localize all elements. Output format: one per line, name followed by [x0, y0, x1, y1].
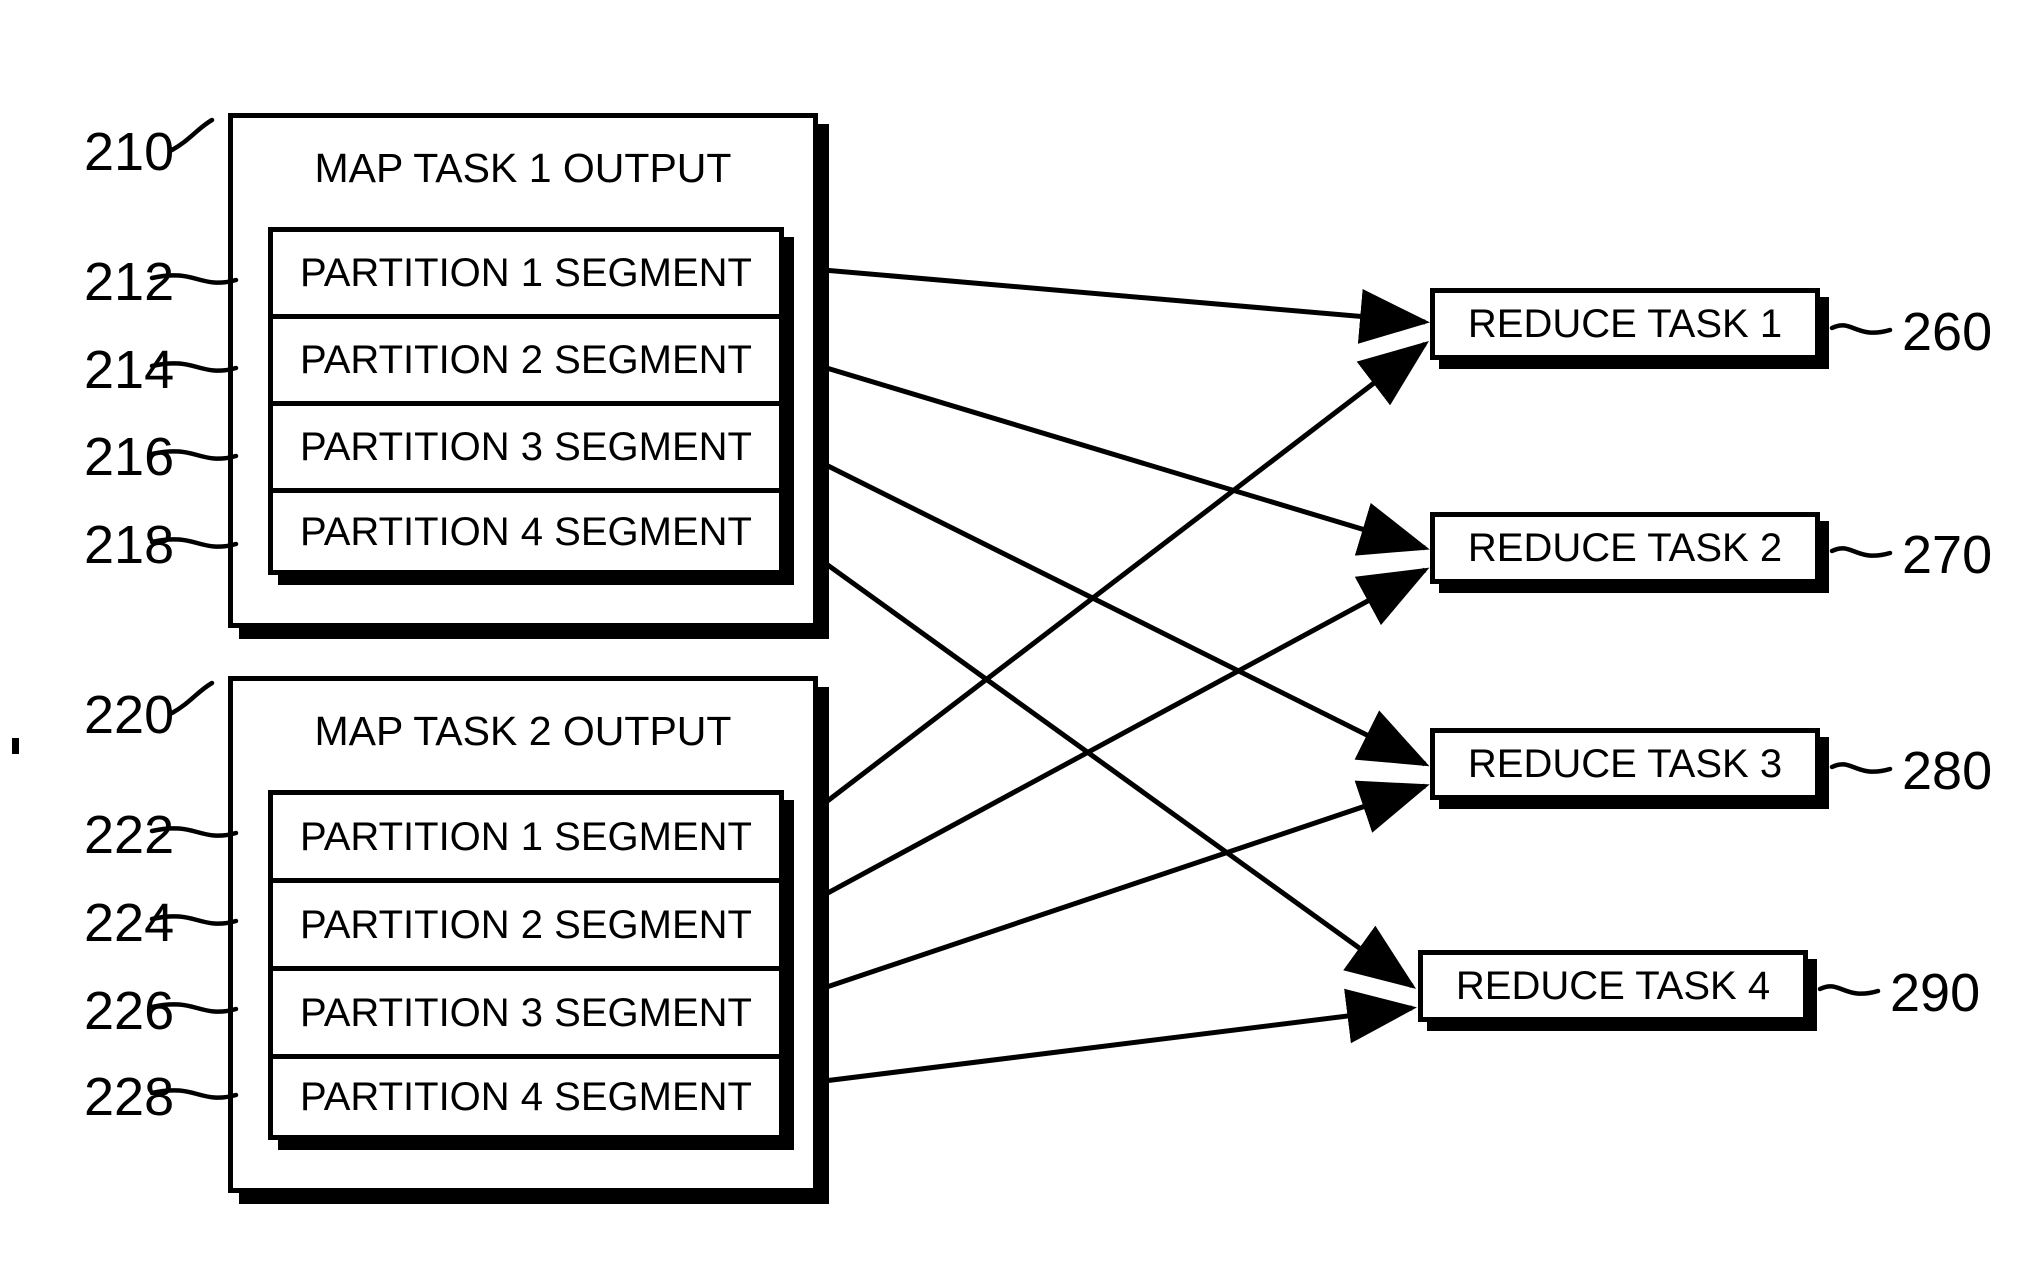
partition-segment-label: PARTITION 2 SEGMENT [300, 338, 752, 382]
arrow-m2p1-to-reduce1 [798, 340, 1429, 824]
partition-segment-label: PARTITION 1 SEGMENT [300, 814, 752, 859]
scan-artifact-speck [12, 738, 19, 754]
reduce-task-3-box[interactable]: REDUCE TASK 3 [1430, 728, 1820, 800]
ref-numeral-214: 214 [84, 340, 175, 400]
ref-numeral-220: 220 [84, 685, 175, 745]
reduce-task-1-box[interactable]: REDUCE TASK 1 [1430, 288, 1820, 360]
partition-segment-row[interactable]: PARTITION 2 SEGMENT [273, 883, 779, 971]
map-task-1-partition-stack: PARTITION 1 SEGMENT PARTITION 2 SEGMENT … [268, 227, 784, 575]
leader-270 [1829, 546, 1893, 558]
ref-numeral-210: 210 [84, 122, 175, 182]
map-task-1-title: MAP TASK 1 OUTPUT [314, 145, 732, 191]
leader-220 [169, 680, 215, 716]
partition-segment-label: PARTITION 2 SEGMENT [300, 902, 752, 947]
leader-210 [169, 117, 215, 153]
ref-numeral-218: 218 [84, 515, 175, 575]
partition-segment-label: PARTITION 3 SEGMENT [300, 425, 752, 469]
arrow-m2p3-to-reduce3 [799, 780, 1430, 999]
reduce-task-2-box[interactable]: REDUCE TASK 2 [1430, 512, 1820, 584]
leader-290 [1817, 984, 1881, 996]
ref-numeral-260: 260 [1902, 302, 1993, 362]
reduce-task-4-label: REDUCE TASK 4 [1455, 964, 1771, 1008]
arrow-m1p4-to-reduce4 [798, 542, 1417, 989]
partition-segment-row[interactable]: PARTITION 1 SEGMENT [273, 795, 779, 883]
ref-numeral-226: 226 [84, 981, 175, 1041]
ref-numeral-280: 280 [1902, 741, 1993, 801]
arrow-m2p2-to-reduce2 [798, 567, 1430, 911]
partition-segment-label: PARTITION 1 SEGMENT [300, 251, 752, 295]
partition-segment-row[interactable]: PARTITION 3 SEGMENT [273, 406, 779, 493]
arrow-m2p4-to-reduce4 [799, 988, 1417, 1087]
reduce-task-4-box[interactable]: REDUCE TASK 4 [1418, 950, 1808, 1022]
ref-numeral-224: 224 [84, 893, 175, 953]
ref-numeral-270: 270 [1902, 525, 1993, 585]
partition-segment-label: PARTITION 4 SEGMENT [300, 509, 752, 554]
figure-canvas: MAP TASK 1 OUTPUT PARTITION 1 SEGMENT PA… [0, 0, 2034, 1261]
leader-280 [1829, 762, 1893, 774]
ref-numeral-222: 222 [84, 805, 175, 865]
partition-segment-label: PARTITION 4 SEGMENT [300, 1075, 752, 1119]
map-task-2-title: MAP TASK 2 OUTPUT [314, 708, 732, 754]
map-task-2-partition-stack: PARTITION 1 SEGMENT PARTITION 2 SEGMENT … [268, 790, 784, 1140]
ref-numeral-228: 228 [84, 1067, 175, 1127]
partition-segment-row[interactable]: PARTITION 1 SEGMENT [273, 232, 779, 319]
arrow-m1p1-to-reduce1 [799, 265, 1430, 344]
ref-numeral-216: 216 [84, 427, 175, 487]
leader-260 [1829, 323, 1893, 335]
partition-segment-row[interactable]: PARTITION 4 SEGMENT [273, 493, 779, 570]
partition-segment-label: PARTITION 3 SEGMENT [300, 990, 752, 1035]
reduce-task-3-label: REDUCE TASK 3 [1467, 742, 1783, 786]
partition-segment-row[interactable]: PARTITION 3 SEGMENT [273, 971, 779, 1059]
arrow-m1p2-to-reduce2 [799, 357, 1430, 556]
partition-segment-row[interactable]: PARTITION 4 SEGMENT [273, 1059, 779, 1135]
partition-segment-row[interactable]: PARTITION 2 SEGMENT [273, 319, 779, 406]
reduce-task-2-label: REDUCE TASK 2 [1467, 526, 1783, 570]
ref-numeral-290: 290 [1890, 963, 1981, 1023]
arrow-m1p3-to-reduce3 [798, 449, 1430, 767]
reduce-task-1-label: REDUCE TASK 1 [1467, 302, 1783, 346]
ref-numeral-212: 212 [84, 252, 175, 312]
